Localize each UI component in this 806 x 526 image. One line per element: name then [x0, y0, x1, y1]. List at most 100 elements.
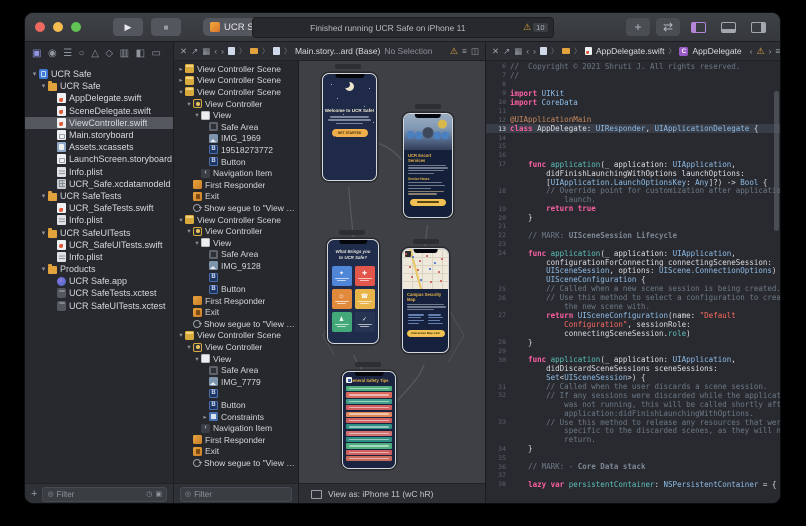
swift-file-icon[interactable] — [585, 47, 592, 55]
file-row[interactable]: ▾UCR SafeUITests — [25, 226, 173, 238]
scene-titlebar[interactable] — [335, 64, 361, 69]
project-doc-icon[interactable] — [228, 47, 235, 55]
next-issue-icon[interactable]: › — [769, 46, 772, 56]
focus-editor-icon[interactable]: ↗ — [503, 46, 510, 57]
outline-row[interactable]: First Responder — [174, 179, 298, 191]
disclosure-icon[interactable]: ▾ — [177, 88, 185, 96]
source-control-status-icon[interactable]: ▣ — [155, 490, 162, 498]
disclosure-icon[interactable]: ▾ — [185, 100, 193, 108]
disclosure-icon[interactable]: ▾ — [30, 70, 39, 78]
breadcrumb-file[interactable]: Main.story...ard (Base) — [295, 46, 380, 56]
file-row[interactable]: Assets.xcassets — [25, 141, 173, 153]
code-line[interactable]: 29 — [486, 347, 780, 356]
code-line[interactable]: 35 — [486, 453, 780, 462]
code-line[interactable]: 22 // MARK: UISceneSession Lifecycle — [486, 231, 780, 240]
outline-row[interactable]: ▸View Controller Scene — [174, 75, 298, 87]
outline-row[interactable]: Show segue to "View Cont… — [174, 457, 298, 469]
file-row[interactable]: SceneDelegate.swift — [25, 105, 173, 117]
jumpbar-warning-icon[interactable]: ⚠ — [756, 47, 764, 56]
file-row[interactable]: UCR SafeUITests.xctest — [25, 300, 173, 312]
outline-row[interactable]: ▸Constraints — [174, 411, 298, 423]
library-button[interactable]: + — [626, 18, 650, 36]
navigator-toggle-button[interactable] — [686, 18, 710, 36]
disclosure-icon[interactable]: ▾ — [39, 229, 48, 237]
outline-row[interactable]: Button — [174, 283, 298, 295]
code-line[interactable]: 15 — [486, 142, 780, 151]
code-line[interactable]: 18 // Override point for customization a… — [486, 186, 780, 195]
code-line[interactable]: didDiscardSceneSessions sceneSessions: — [486, 364, 780, 373]
map-screen-phone[interactable]: Campus Security Map Interactive Map Link — [402, 248, 449, 353]
outline-row[interactable]: Show segue to "View Cont… — [174, 202, 298, 214]
code-line[interactable]: 10import CoreData — [486, 98, 780, 107]
file-row[interactable]: Info.plist — [25, 166, 173, 178]
file-row[interactable]: ▾UCR Safe — [25, 80, 173, 92]
code-line[interactable]: connectingSceneSession.role) — [486, 329, 780, 338]
outline-row[interactable]: ▾View Controller Scene — [174, 86, 298, 98]
outline-row[interactable]: ▾View Controller — [174, 225, 298, 237]
outline-row[interactable]: Safe Area — [174, 249, 298, 261]
outline-row[interactable]: Navigation Item — [174, 167, 298, 179]
outline-row[interactable] — [174, 388, 298, 400]
code-line[interactable]: launch. — [486, 195, 780, 204]
code-line[interactable]: 32 // If any sessions were discarded whi… — [486, 391, 780, 400]
tips-screen-phone[interactable]: General Safety Tips — [342, 371, 396, 469]
breakpoint-navigator-icon[interactable]: ◧ — [136, 49, 145, 59]
outline-row[interactable]: ▸View Controller Scene — [174, 63, 298, 75]
code-line[interactable]: return. — [486, 435, 780, 444]
outline-tree[interactable]: ▸View Controller Scene▸View Controller S… — [174, 61, 298, 483]
code-line[interactable]: 14 — [486, 133, 780, 142]
outline-row[interactable]: First Responder — [174, 434, 298, 446]
code-line[interactable]: 16 — [486, 151, 780, 160]
code-line[interactable]: Configuration", sessionRole: — [486, 320, 780, 329]
code-line[interactable]: 30 func application(_ application: UIApp… — [486, 355, 780, 364]
scene-titlebar[interactable] — [413, 239, 439, 244]
minimize-window-button[interactable] — [53, 22, 63, 32]
breadcrumb-selection[interactable]: No Selection — [384, 46, 432, 56]
close-editor-icon[interactable]: ✕ — [180, 46, 187, 57]
minimap-icon[interactable]: ≡ — [775, 46, 780, 56]
code-line[interactable]: Set<UISceneSession>) { — [486, 373, 780, 382]
add-file-button[interactable]: + — [31, 488, 37, 500]
disclosure-icon[interactable]: ▸ — [201, 413, 209, 421]
file-row[interactable]: UCR SafeTests.xctest — [25, 287, 173, 299]
outline-row[interactable]: ▾View — [174, 237, 298, 249]
back-icon[interactable]: ‹ — [526, 46, 529, 56]
outline-row[interactable] — [174, 272, 298, 284]
disclosure-icon[interactable]: ▾ — [39, 265, 48, 273]
focus-editor-icon[interactable]: ↗ — [191, 46, 198, 57]
file-row[interactable]: Info.plist — [25, 214, 173, 226]
back-icon[interactable]: ‹ — [214, 46, 217, 56]
assistant-editor-icon[interactable]: ◫ — [471, 46, 479, 57]
breadcrumb-file[interactable]: AppDelegate.swift — [596, 46, 665, 56]
debug-area-toggle-button[interactable] — [716, 18, 740, 36]
file-row[interactable]: Info.plist — [25, 251, 173, 263]
code-line[interactable]: 27 return UISceneConfiguration(name: "De… — [486, 311, 780, 320]
file-row[interactable]: ▾UCR SafeTests — [25, 190, 173, 202]
file-row[interactable]: UCR_Safe.xcdatamodeld — [25, 178, 173, 190]
symbol-navigator-icon[interactable]: ☰ — [63, 49, 72, 59]
close-editor-icon[interactable]: ✕ — [492, 46, 499, 57]
disclosure-icon[interactable]: ▾ — [185, 343, 193, 351]
code-line[interactable]: 19 return true — [486, 204, 780, 213]
code-line[interactable]: 12@UIApplicationMain — [486, 115, 780, 124]
code-line[interactable]: 20 } — [486, 213, 780, 222]
code-line[interactable]: [UIApplication.LaunchOptionsKey: Any]?) … — [486, 178, 780, 187]
outline-row[interactable]: ▾View Controller — [174, 98, 298, 110]
storyboard-canvas[interactable]: Welcome to UCR Safe! GET STARTED UCR Esc… — [299, 61, 485, 483]
file-row[interactable]: AppDelegate.swift — [25, 92, 173, 104]
outline-row[interactable]: Exit — [174, 446, 298, 458]
scene-titlebar[interactable] — [339, 230, 365, 235]
code-line[interactable]: 38 lazy var persistentContainer: NSPersi… — [486, 480, 780, 489]
code-line[interactable]: 6// Copyright © 2021 Shruti J. All right… — [486, 62, 780, 71]
outline-filter-input[interactable]: ◎ Filter — [180, 487, 292, 502]
code-line[interactable]: 17 func application(_ application: UIApp… — [486, 160, 780, 169]
forward-icon[interactable]: › — [221, 46, 224, 56]
code-line[interactable]: 13class AppDelegate: UIResponder, UIAppl… — [486, 124, 780, 133]
file-row[interactable]: ViewController.swift — [25, 117, 173, 129]
close-window-button[interactable] — [35, 22, 45, 32]
code-line[interactable]: was not running, this will be called sho… — [486, 400, 780, 409]
code-line[interactable]: 28 } — [486, 338, 780, 347]
code-line[interactable]: 25 // Called when a new scene session is… — [486, 284, 780, 293]
scene-titlebar[interactable] — [355, 362, 381, 367]
code-line[interactable]: 37 — [486, 471, 780, 480]
